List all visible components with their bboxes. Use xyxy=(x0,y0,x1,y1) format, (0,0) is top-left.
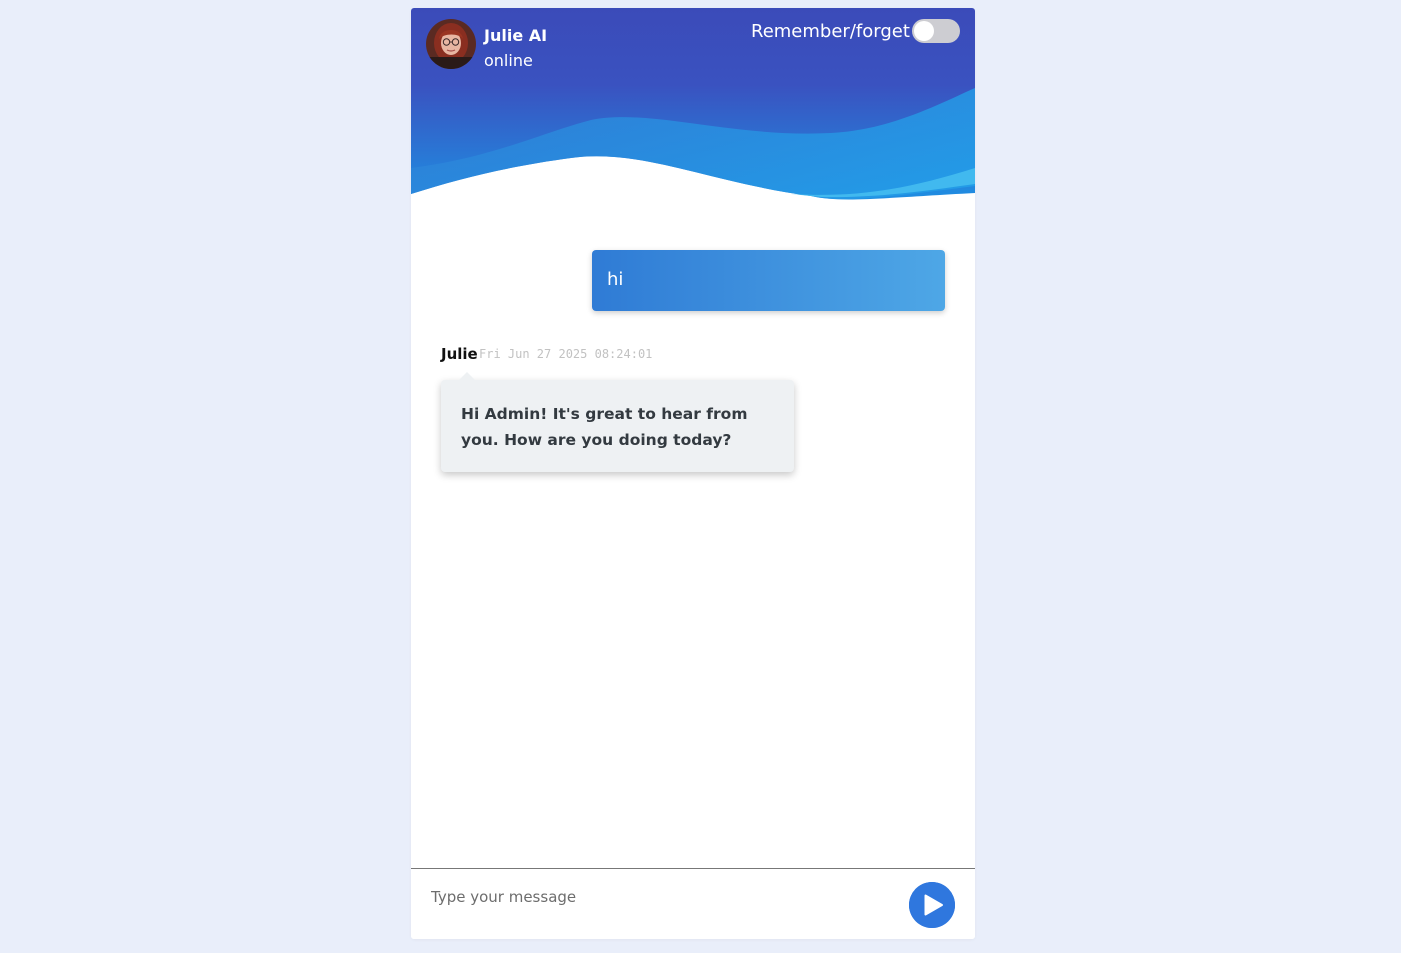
send-button[interactable] xyxy=(909,882,955,928)
memory-toggle-switch[interactable] xyxy=(912,19,960,43)
chat-window: Julie AI online Remember/forget hi Julie… xyxy=(411,8,975,939)
bot-message-text: Hi Admin! It's great to hear from you. H… xyxy=(461,405,748,449)
bot-avatar xyxy=(426,19,476,69)
toggle-knob xyxy=(914,21,934,41)
bot-status: online xyxy=(484,51,533,70)
chat-header: Julie AI online Remember/forget xyxy=(411,8,975,208)
user-message-text: hi xyxy=(607,269,624,290)
bot-message-bubble: Hi Admin! It's great to hear from you. H… xyxy=(441,372,794,472)
bot-message-sender: Julie xyxy=(441,345,478,363)
play-icon xyxy=(909,882,955,928)
message-composer xyxy=(411,868,975,939)
bot-name: Julie AI xyxy=(484,26,548,45)
user-message-bubble: hi xyxy=(592,250,945,311)
message-input[interactable] xyxy=(431,883,891,911)
memory-toggle-label: Remember/forget xyxy=(751,21,910,42)
bot-message-timestamp: Fri Jun 27 2025 08:24:01 xyxy=(479,347,653,361)
